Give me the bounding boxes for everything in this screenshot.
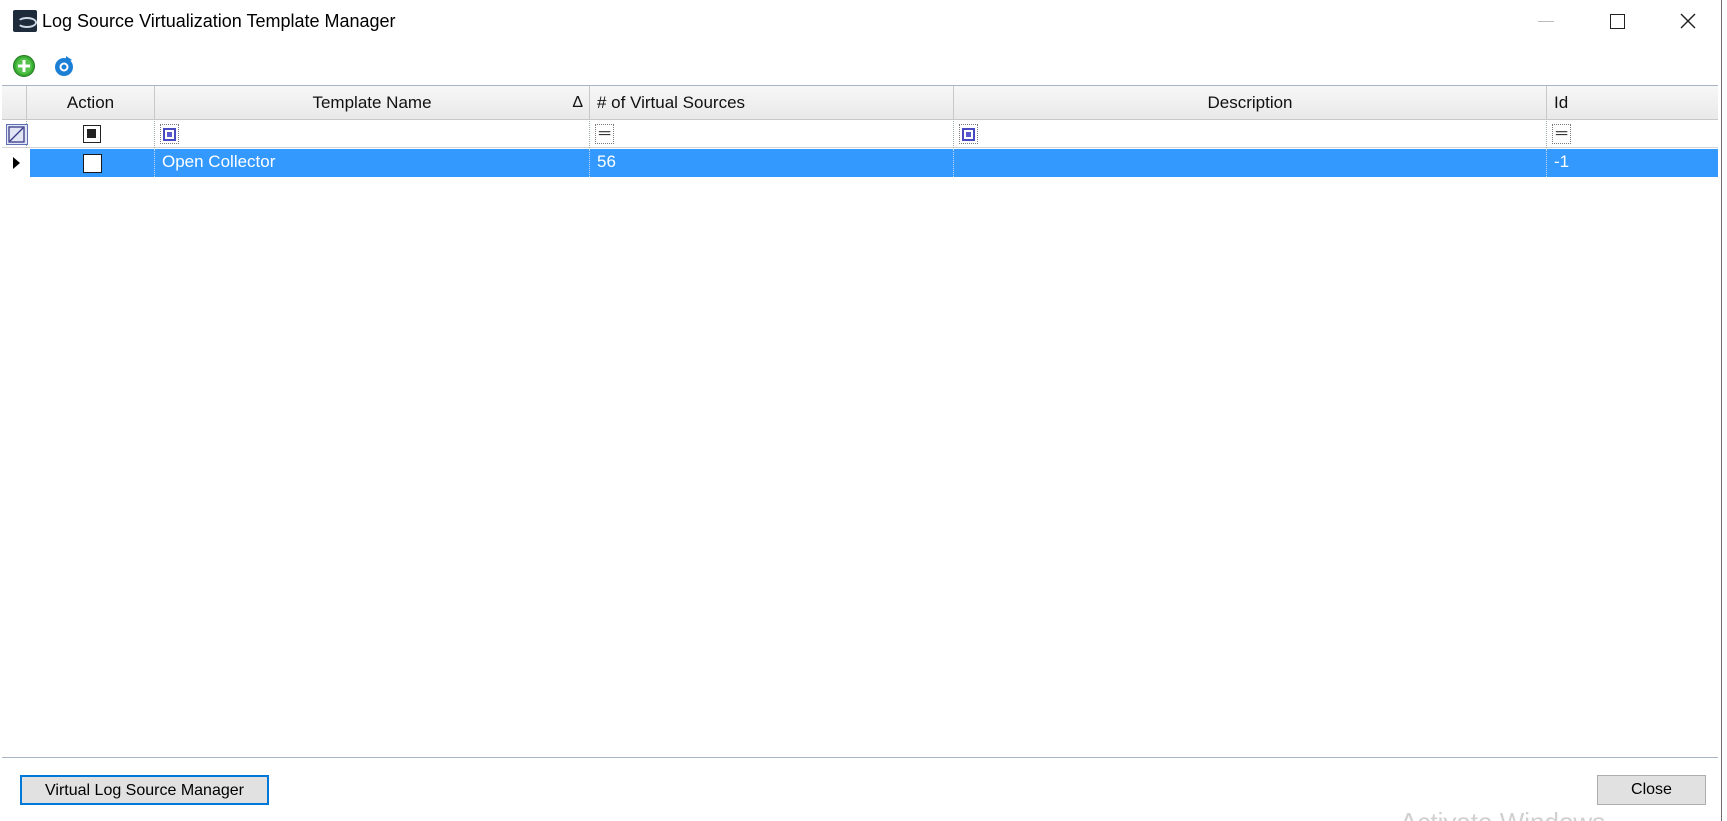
close-icon [1680,13,1696,29]
column-header-id[interactable]: Id [1547,86,1718,120]
maximize-icon [1609,13,1625,29]
template-manager-window: Log Source Virtualization Template Manag… [0,0,1722,821]
filter-operator-contains[interactable] [160,124,179,144]
header-corner [2,86,27,120]
grid-header-row: Action Template Name Δ # of Virtual Sour… [2,86,1718,120]
add-icon [13,55,35,77]
minimize-icon [1538,20,1554,22]
cell-description[interactable] [954,149,1547,177]
filter-row: ═ ═ [2,121,1718,148]
refresh-icon [55,56,73,76]
action-checkbox[interactable] [83,154,102,173]
column-header-description[interactable]: Description [954,86,1547,120]
column-header-label: # of Virtual Sources [597,93,746,112]
toolbar [0,46,1721,84]
equals-operator-icon: ═ [1555,125,1568,142]
filter-cell-virtual-sources[interactable]: ═ [590,121,954,148]
window-title: Log Source Virtualization Template Manag… [42,11,396,31]
column-header-action[interactable]: Action [27,86,155,120]
column-header-label: Id [1554,93,1569,112]
column-header-virtual-sources[interactable]: # of Virtual Sources [590,86,954,120]
filter-operator-equals[interactable]: ═ [595,124,614,144]
column-header-label: Description [1207,93,1293,112]
column-header-label: Action [66,93,115,112]
row-selector[interactable] [2,149,30,177]
contains-operator-icon [163,127,176,141]
minimize-button[interactable] [1516,0,1576,42]
column-header-template-name[interactable]: Template Name Δ [155,86,590,120]
contains-operator-icon [962,127,975,141]
column-header-label: Template Name [312,93,432,112]
refresh-button[interactable] [52,54,76,78]
equals-operator-icon: ═ [598,125,611,142]
cell-template-name[interactable]: Open Collector [155,149,590,177]
current-row-arrow-icon [12,157,20,169]
action-filter-checkbox[interactable] [83,125,101,143]
add-template-button[interactable] [12,54,36,78]
filter-clear-icon [8,126,25,143]
cell-action [27,149,155,177]
sort-ascending-icon: Δ [572,94,583,111]
app-logo-icon [13,10,37,32]
filter-cell-description[interactable] [954,121,1547,148]
cell-virtual-sources[interactable]: 56 [590,149,954,177]
filter-operator-equals[interactable]: ═ [1552,124,1571,144]
close-button[interactable]: Close [1597,775,1706,805]
templates-grid[interactable]: Action Template Name Δ # of Virtual Sour… [2,85,1718,758]
filter-operator-contains[interactable] [959,124,978,144]
filter-cell-action [27,121,155,148]
clear-filters-button[interactable] [6,124,28,145]
title-bar[interactable]: Log Source Virtualization Template Manag… [0,0,1721,42]
close-window-button[interactable] [1658,0,1718,42]
table-row[interactable]: Open Collector 56 -1 [2,149,1718,177]
virtual-log-source-manager-button[interactable]: Virtual Log Source Manager [20,775,269,805]
maximize-button[interactable] [1587,0,1647,42]
filter-cell-template-name[interactable] [155,121,590,148]
cell-id[interactable]: -1 [1547,149,1718,177]
filter-corner-cell [2,121,28,148]
filter-cell-id[interactable]: ═ [1547,121,1718,148]
activation-watermark: Activate Windows [1400,807,1605,821]
